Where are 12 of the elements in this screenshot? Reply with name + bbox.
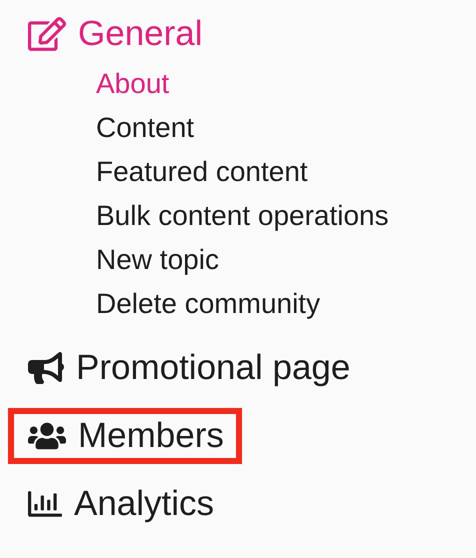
nav-sub-link[interactable]: Content	[96, 106, 194, 150]
nav-section-link[interactable]: General	[8, 6, 221, 62]
edit-icon	[28, 15, 66, 53]
nav-sub-link[interactable]: About	[96, 62, 170, 106]
megaphone-icon	[28, 350, 64, 386]
nav-sub-link[interactable]: Bulk content operations	[96, 194, 389, 238]
nav-section-link[interactable]: Analytics	[8, 476, 232, 532]
nav-sub-link[interactable]: New topic	[96, 238, 219, 282]
nav-section-link[interactable]: Promotional page	[8, 340, 368, 396]
nav-sub-link[interactable]: Featured content	[96, 150, 308, 194]
nav-section-link[interactable]: Members	[8, 408, 242, 464]
nav-sub-link[interactable]: Delete community	[96, 282, 320, 326]
